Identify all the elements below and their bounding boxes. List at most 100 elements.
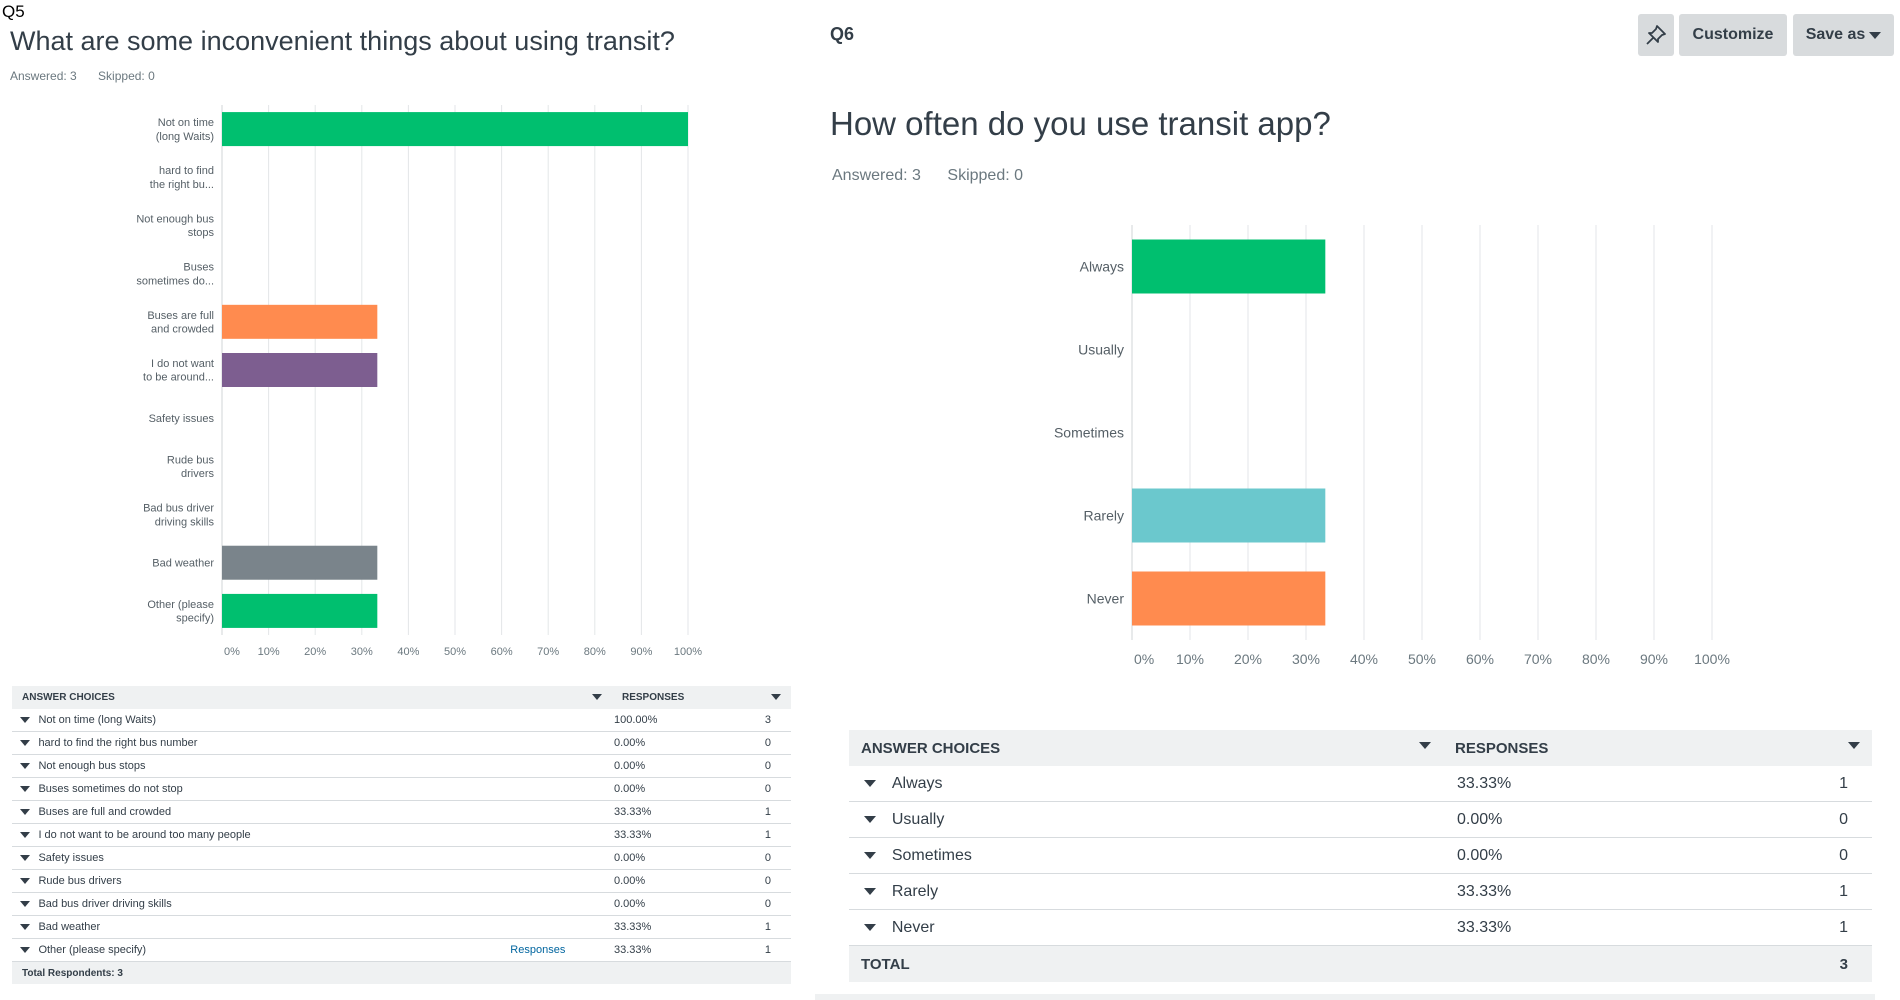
q6-question-number: Q6 xyxy=(830,24,855,44)
answer-choice-label: Other (please specify) xyxy=(38,938,511,962)
responses-link[interactable] xyxy=(510,823,612,847)
q5-bar[interactable] xyxy=(222,304,378,339)
responses-link[interactable] xyxy=(510,731,612,755)
responses-link[interactable] xyxy=(510,709,612,732)
q6-response-stats: Answered: 3 Skipped: 0 xyxy=(832,167,1023,185)
answer-choice-label: Sometimes xyxy=(891,837,1443,874)
expand-row-icon[interactable] xyxy=(12,892,39,916)
q6-bar[interactable] xyxy=(1132,571,1326,626)
responses-link[interactable] xyxy=(510,892,612,916)
table-row: Safety issues 0.00% 0 xyxy=(12,846,791,870)
q5-bar[interactable] xyxy=(222,353,378,387)
q6-answer-choices-header[interactable]: ANSWER CHOICES xyxy=(849,730,1443,766)
q6-x-tick-label: 100% xyxy=(1694,651,1730,667)
answer-choice-label: Never xyxy=(891,909,1443,946)
q6-responses-header[interactable]: RESPONSES xyxy=(1443,730,1872,766)
q6-x-tick-label: 90% xyxy=(1640,651,1668,667)
response-percent: 0.00% xyxy=(1443,837,1757,874)
table-row: Sometimes 0.00% 0 xyxy=(849,837,1872,874)
q5-responses-header[interactable]: RESPONSES xyxy=(612,686,791,709)
q5-question-number: Q5 xyxy=(2,2,25,21)
q5-category-label: drivers xyxy=(181,468,215,480)
q5-bar[interactable] xyxy=(222,545,378,580)
customize-button[interactable]: Customize xyxy=(1679,14,1787,56)
expand-row-icon[interactable] xyxy=(12,938,39,962)
answer-choice-label: Rarely xyxy=(891,873,1443,910)
table-row: Buses are full and crowded 33.33% 1 xyxy=(12,800,791,824)
save-as-label: Save as xyxy=(1805,26,1866,43)
sort-caret-icon[interactable] xyxy=(592,694,602,700)
expand-row-icon[interactable] xyxy=(849,873,892,910)
table-row: Rarely 33.33% 1 xyxy=(849,873,1872,910)
responses-link[interactable] xyxy=(510,915,612,939)
pin-icon xyxy=(1646,25,1666,45)
answer-choice-label: Usually xyxy=(891,801,1443,838)
expand-row-icon[interactable] xyxy=(849,837,892,874)
responses-link[interactable]: Responses xyxy=(510,938,612,962)
expand-row-icon[interactable] xyxy=(12,709,39,732)
q5-category-label: Bad weather xyxy=(152,558,214,570)
expand-row-icon[interactable] xyxy=(12,823,39,847)
expand-row-icon[interactable] xyxy=(12,800,39,824)
response-count: 3 xyxy=(744,709,791,732)
q5-x-tick-label: 0% xyxy=(224,646,240,658)
q6-bar[interactable] xyxy=(1132,488,1326,543)
expand-row-icon[interactable] xyxy=(849,801,892,838)
responses-link[interactable] xyxy=(510,846,612,870)
q5-bar[interactable] xyxy=(222,112,688,147)
expand-row-icon[interactable] xyxy=(12,777,39,801)
q5-x-tick-label: 90% xyxy=(630,646,652,658)
q5-bar[interactable] xyxy=(222,593,378,628)
response-count: 0 xyxy=(744,892,791,916)
q5-answer-choices-header[interactable]: ANSWER CHOICES xyxy=(12,686,612,709)
pin-button[interactable] xyxy=(1638,14,1674,56)
sort-caret-icon[interactable] xyxy=(1848,741,1860,749)
sort-caret-icon[interactable] xyxy=(771,694,781,700)
q5-category-label: specify) xyxy=(176,613,214,625)
table-row: Not enough bus stops 0.00% 0 xyxy=(12,754,791,778)
expand-row-icon[interactable] xyxy=(12,754,39,778)
q5-category-label: Bad bus driver xyxy=(143,503,214,515)
responses-link[interactable] xyxy=(510,754,612,778)
answer-choice-label: Rude bus drivers xyxy=(38,869,511,893)
q6-answered-count: Answered: 3 xyxy=(832,167,921,184)
q5-category-label: I do not want xyxy=(151,358,214,370)
q6-x-tick-label: 20% xyxy=(1234,651,1262,667)
q5-category-label: Not enough bus xyxy=(136,213,214,225)
expand-row-icon[interactable] xyxy=(12,846,39,870)
response-count: 0 xyxy=(744,777,791,801)
q5-answer-choices-header-label: ANSWER CHOICES xyxy=(22,692,115,703)
responses-link[interactable] xyxy=(510,800,612,824)
response-count: 0 xyxy=(1757,801,1872,838)
responses-link[interactable] xyxy=(510,777,612,801)
q5-category-label: Not on time xyxy=(158,117,214,129)
expand-row-icon[interactable] xyxy=(12,869,39,893)
answer-choice-label: Not enough bus stops xyxy=(38,754,511,778)
q6-x-tick-label: 70% xyxy=(1524,651,1552,667)
response-percent: 33.33% xyxy=(1443,873,1757,910)
expand-row-icon[interactable] xyxy=(12,731,39,755)
expand-row-icon[interactable] xyxy=(12,915,39,939)
q5-category-label: driving skills xyxy=(155,516,215,528)
q6-bar[interactable] xyxy=(1132,239,1326,294)
response-percent: 33.33% xyxy=(612,800,744,824)
expand-row-icon[interactable] xyxy=(849,766,892,802)
q5-x-tick-label: 70% xyxy=(537,646,559,658)
q5-category-label: (long Waits) xyxy=(156,131,214,143)
q5-x-tick-label: 30% xyxy=(351,646,373,658)
q5-x-tick-label: 50% xyxy=(444,646,466,658)
q6-category-label: Always xyxy=(1080,258,1124,274)
table-row: Usually 0.00% 0 xyxy=(849,801,1872,838)
q5-x-tick-label: 40% xyxy=(397,646,419,658)
q6-x-tick-label: 60% xyxy=(1466,651,1494,667)
table-row: Rude bus drivers 0.00% 0 xyxy=(12,869,791,893)
q5-category-label: Buses xyxy=(183,262,214,274)
response-percent: 100.00% xyxy=(612,709,744,732)
responses-link[interactable] xyxy=(510,869,612,893)
answer-choice-label: Bad bus driver driving skills xyxy=(38,892,511,916)
save-as-button[interactable]: Save as xyxy=(1793,14,1894,56)
expand-row-icon[interactable] xyxy=(849,909,892,946)
q6-skipped-count: Skipped: 0 xyxy=(947,167,1023,184)
response-percent: 0.00% xyxy=(1443,801,1757,838)
sort-caret-icon[interactable] xyxy=(1419,741,1431,749)
